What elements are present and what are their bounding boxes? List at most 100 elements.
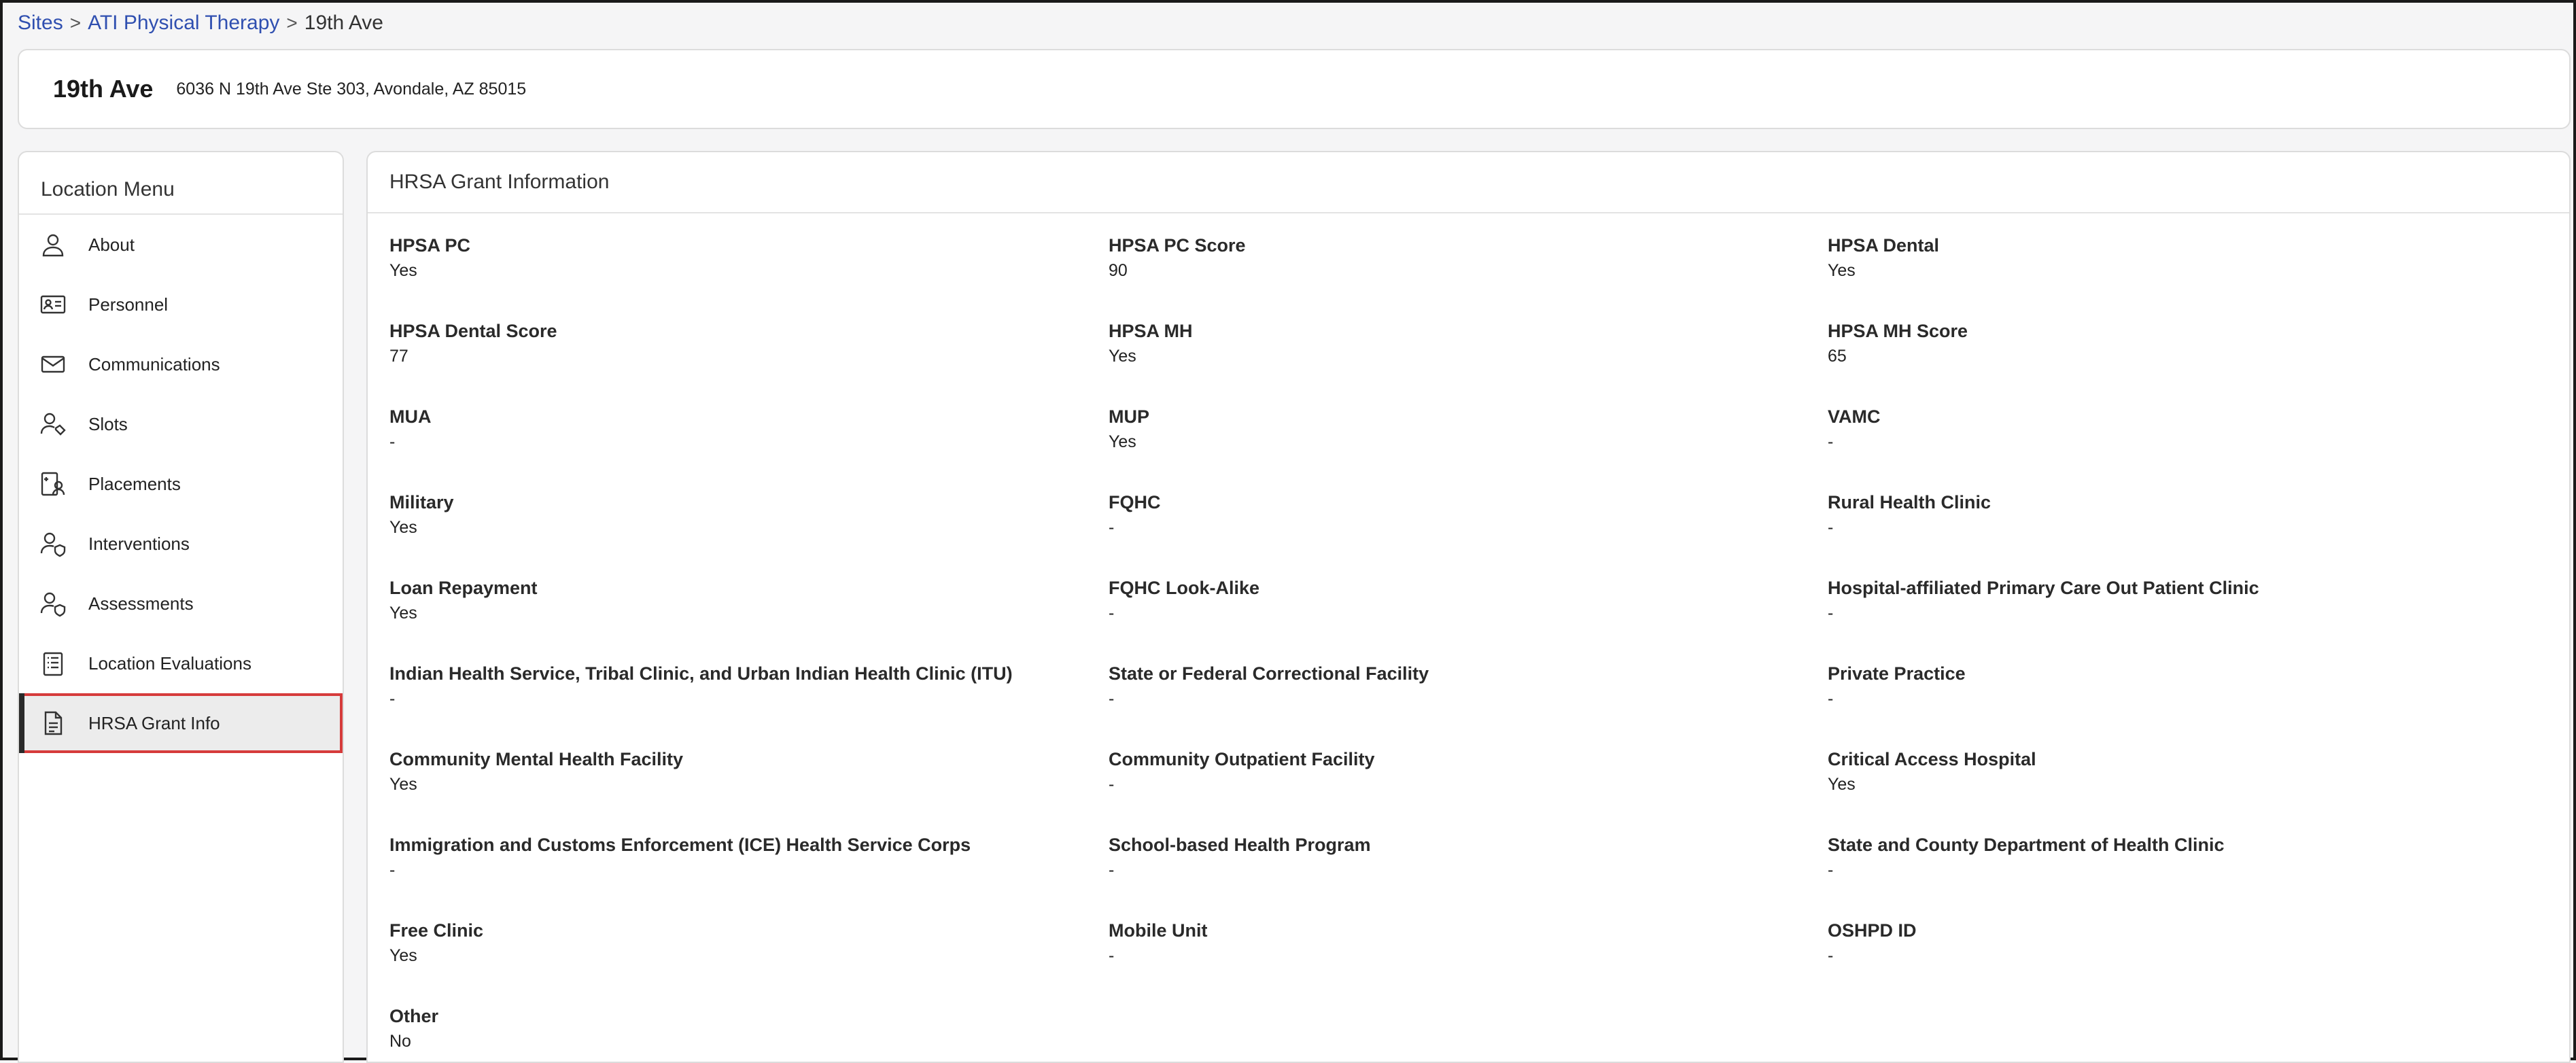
sidebar-item-interventions[interactable]: Interventions [19,514,343,574]
field-label: HPSA Dental [1828,235,1940,256]
field-fqhc: FQHC - [1109,489,1828,575]
field-private-practice: Private Practice - [1828,661,2547,746]
field-label: Critical Access Hospital [1828,749,2036,769]
app-frame: Sites > ATI Physical Therapy > 19th Ave … [0,0,2576,1063]
breadcrumb-separator: > [69,12,82,33]
field-label: HPSA PC Score [1109,235,1246,256]
field-label: Rural Health Clinic [1828,492,1991,512]
field-value: Yes [389,775,417,794]
field-value: 65 [1828,347,1847,366]
sidebar-item-assessments[interactable]: Assessments [19,574,343,633]
field-label: Hospital-affiliated Primary Care Out Pat… [1828,578,2259,598]
field-label: Mobile Unit [1109,920,1208,941]
field-label: Indian Health Service, Tribal Clinic, an… [389,663,1013,684]
sidebar-item-communications[interactable]: Communications [19,334,343,394]
field-label: Immigration and Customs Enforcement (ICE… [389,835,971,855]
field-value: Yes [1109,347,1136,366]
field-ice-health-service: Immigration and Customs Enforcement (ICE… [389,832,1109,918]
field-label: Military [389,492,454,512]
field-military: Military Yes [389,489,1109,575]
location-address: 6036 N 19th Ave Ste 303, Avondale, AZ 85… [176,79,527,99]
field-free-clinic: Free Clinic Yes [389,918,1109,1003]
field-label: State and County Department of Health Cl… [1828,835,2225,855]
location-header: 19th Ave 6036 N 19th Ave Ste 303, Avonda… [18,49,2571,129]
field-value: Yes [389,261,417,280]
field-fqhc-look-alike: FQHC Look-Alike - [1109,575,1828,661]
person-shield-icon [39,530,67,557]
sidebar-item-label: Personnel [88,294,169,315]
breadcrumb-separator: > [286,12,298,33]
person-shield-icon [39,590,67,617]
field-mobile-unit: Mobile Unit - [1109,918,1828,1003]
field-critical-access-hospital: Critical Access Hospital Yes [1828,746,2547,832]
sidebar-item-label: Communications [88,353,220,374]
field-value: No [389,1032,411,1051]
field-value: Yes [389,946,417,965]
sidebar-item-placements[interactable]: Placements [19,454,343,514]
field-value: - [389,860,396,879]
field-value: - [389,689,396,708]
field-label: Loan Repayment [389,578,538,598]
checklist-icon [39,650,67,677]
hrsa-grant-panel: HRSA Grant Information HPSA PC Yes HPSA P… [366,151,2571,1063]
breadcrumb-current: 19th Ave [304,12,383,34]
field-vamc: VAMC - [1828,404,2547,489]
field-value: Yes [389,604,417,623]
field-value: - [1109,689,1115,708]
sidebar-item-slots[interactable]: Slots [19,394,343,454]
field-label: Free Clinic [389,920,484,941]
field-value: Yes [1828,261,1856,280]
field-community-outpatient: Community Outpatient Facility - [1109,746,1828,832]
sidebar-item-label: Slots [88,413,128,434]
sidebar-item-label: HRSA Grant Info [88,712,220,733]
sidebar-item-about[interactable]: About [19,215,343,275]
location-menu-title: Location Menu [19,152,343,215]
sidebar-item-label: Placements [88,473,181,494]
field-label: HPSA PC [389,235,471,256]
person-tag-icon [39,411,67,438]
field-value: Yes [1109,432,1136,451]
field-hpsa-dental-score: HPSA Dental Score 77 [389,318,1109,404]
badge-person-icon [39,470,67,498]
field-label: FQHC [1109,492,1161,512]
field-value: Yes [389,518,417,537]
sidebar-item-label: Location Evaluations [88,652,251,674]
field-value: - [1109,860,1115,879]
document-icon [39,710,67,737]
field-state-county-health: State and County Department of Health Cl… [1828,832,2547,918]
field-value: - [1109,604,1115,623]
field-label: Community Mental Health Facility [389,749,684,769]
field-label: HPSA MH [1109,321,1193,341]
field-hpsa-pc: HPSA PC Yes [389,232,1109,318]
sidebar-item-location-evaluations[interactable]: Location Evaluations [19,633,343,693]
field-label: School-based Health Program [1109,835,1371,855]
location-menu: Location Menu About Personnel Communicat… [18,151,344,1063]
field-label: Community Outpatient Facility [1109,749,1375,769]
field-value: Yes [1828,775,1856,794]
field-label: HPSA Dental Score [389,321,557,341]
field-school-based-health: School-based Health Program - [1109,832,1828,918]
field-label: State or Federal Correctional Facility [1109,663,1429,684]
id-card-icon [39,291,67,318]
breadcrumb-org-link[interactable]: ATI Physical Therapy [88,12,279,35]
person-icon [39,231,67,258]
field-value: - [389,432,396,451]
field-value: - [1828,604,1834,623]
envelope-icon [39,351,67,378]
sidebar-item-personnel[interactable]: Personnel [19,275,343,334]
field-value: - [1828,432,1834,451]
field-value: - [1828,946,1834,965]
field-label: MUA [389,406,432,427]
sidebar-item-hrsa-grant-info[interactable]: HRSA Grant Info [19,693,343,753]
field-value: - [1828,689,1834,708]
grant-fields-grid: HPSA PC Yes HPSA PC Score 90 HPSA Dental Ye… [368,213,2569,1062]
field-mua: MUA - [389,404,1109,489]
breadcrumb-sites-link[interactable]: Sites [18,12,63,35]
field-value: - [1109,775,1115,794]
field-value: 77 [389,347,408,366]
sidebar-item-label: Assessments [88,593,194,614]
location-title: 19th Ave [53,75,154,103]
field-oshpd-id: OSHPD ID - [1828,918,2547,1003]
field-label: HPSA MH Score [1828,321,1968,341]
field-label: Other [389,1006,439,1026]
